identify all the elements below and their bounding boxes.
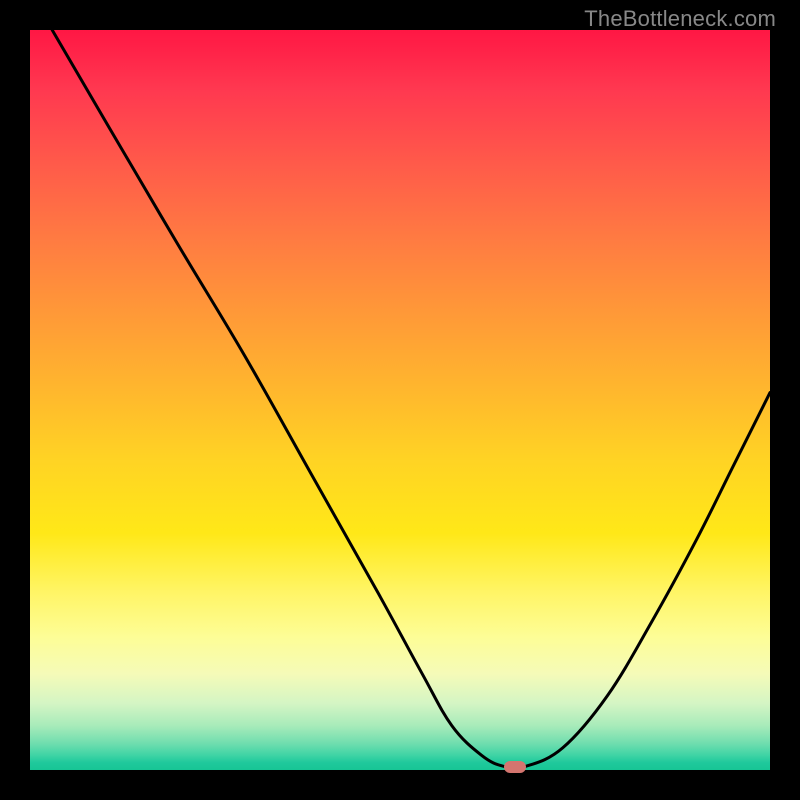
plot-area [30, 30, 770, 770]
bottleneck-marker [504, 761, 526, 773]
watermark-label: TheBottleneck.com [584, 6, 776, 32]
line-curve [30, 30, 770, 770]
chart-container: TheBottleneck.com [0, 0, 800, 800]
